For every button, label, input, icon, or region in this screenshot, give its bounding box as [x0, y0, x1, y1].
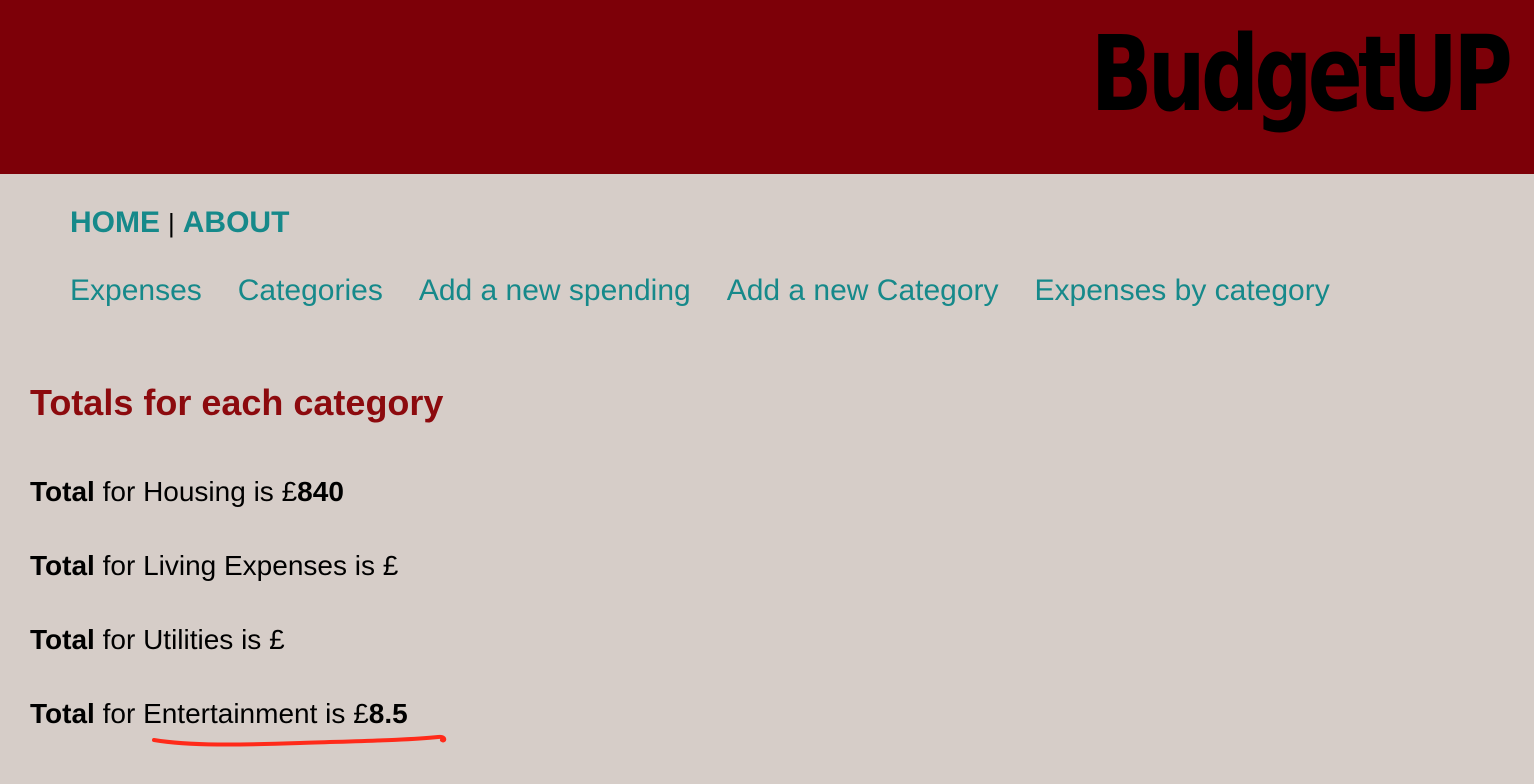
subnav-add-spending-link[interactable]: Add a new spending [419, 274, 691, 307]
category-name: Entertainment [143, 698, 318, 729]
currency-symbol: £ [382, 550, 399, 581]
category-name: Living Expenses [143, 550, 347, 581]
subnav-expenses-link[interactable]: Expenses [70, 274, 202, 307]
nav-separator: | [168, 208, 175, 238]
top-nav: HOME | ABOUT [70, 204, 289, 242]
category-name: Utilities [143, 624, 234, 655]
total-label: Total [30, 698, 95, 729]
brand-logo: BudgetUP [1090, 13, 1513, 135]
is-text: is [354, 550, 375, 581]
for-text: for [102, 698, 136, 729]
total-label: Total [30, 550, 95, 581]
subnav-expenses-by-category-link[interactable]: Expenses by category [1035, 274, 1330, 307]
header-banner: BudgetUP [0, 0, 1534, 174]
category-total-row: Total for Utilities is £ [30, 622, 285, 658]
total-amount: 8.5 [368, 698, 408, 729]
category-name: Housing [143, 476, 246, 507]
nav-home-link[interactable]: HOME [70, 206, 160, 239]
sub-nav: Expenses Categories Add a new spending Add … [70, 272, 1366, 310]
is-text: is [253, 476, 274, 507]
category-total-row: Total for Housing is £840 [30, 474, 344, 510]
currency-symbol: £ [281, 476, 298, 507]
is-text: is [325, 698, 346, 729]
subnav-categories-link[interactable]: Categories [238, 274, 383, 307]
page-title: Totals for each category [30, 382, 444, 423]
category-total-row: Total for Entertainment is £8.5 [30, 696, 408, 732]
for-text: for [102, 624, 136, 655]
category-total-row: Total for Living Expenses is £ [30, 548, 398, 584]
total-label: Total [30, 476, 95, 507]
total-label: Total [30, 624, 95, 655]
currency-symbol: £ [353, 698, 369, 729]
is-text: is [241, 624, 262, 655]
for-text: for [102, 476, 136, 507]
currency-symbol: £ [269, 624, 285, 655]
nav-about-link[interactable]: ABOUT [183, 206, 290, 239]
red-underline-annotation [152, 734, 447, 747]
total-amount: 840 [297, 476, 344, 507]
for-text: for [102, 550, 136, 581]
subnav-add-category-link[interactable]: Add a new Category [727, 274, 999, 307]
